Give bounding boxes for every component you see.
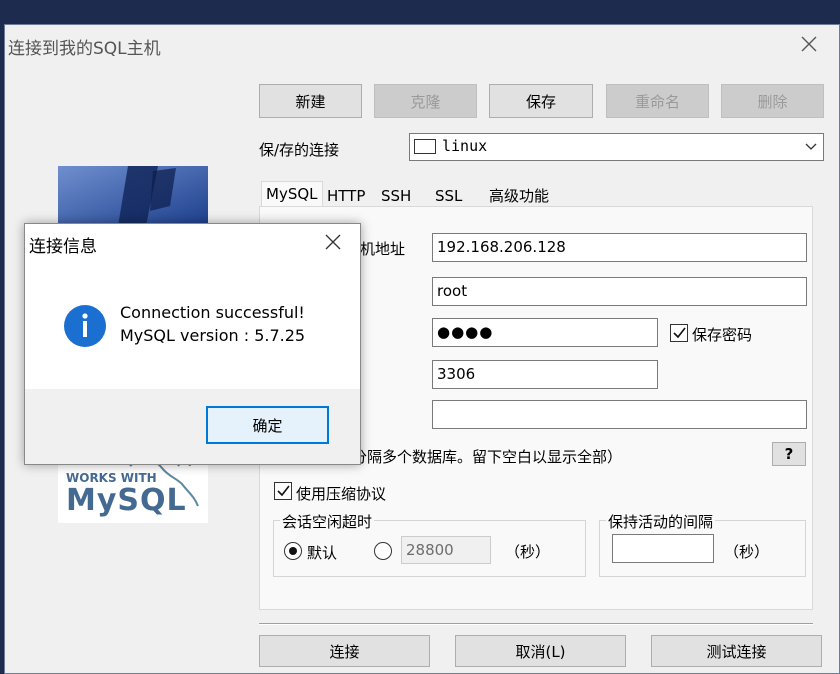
connection-color-swatch bbox=[414, 139, 436, 154]
saved-connections-value: linux bbox=[442, 137, 488, 155]
connect-button[interactable]: 连接 bbox=[259, 635, 430, 667]
host-input[interactable]: 192.168.206.128 bbox=[432, 233, 807, 262]
tab-ssh[interactable]: SSH bbox=[377, 184, 416, 208]
dialog-message-line1: Connection successful! bbox=[120, 303, 305, 322]
timeout-custom-radio[interactable] bbox=[374, 542, 392, 560]
tab-mysql[interactable]: MySQL bbox=[261, 181, 323, 208]
chevron-down-icon bbox=[805, 143, 817, 150]
dialog-message-line2: MySQL version : 5.7.25 bbox=[120, 326, 306, 345]
timeout-default-label: 默认 bbox=[307, 544, 338, 562]
port-input[interactable]: 3306 bbox=[432, 360, 658, 389]
password-input[interactable]: ●●●● bbox=[432, 318, 658, 347]
tab-ssl[interactable]: SSL bbox=[431, 184, 467, 208]
cancel-button[interactable]: 取消(L) bbox=[455, 635, 626, 667]
test-connection-button[interactable]: 测试连接 bbox=[651, 635, 822, 667]
delete-button[interactable]: 删除 bbox=[721, 84, 824, 118]
compression-checkbox[interactable] bbox=[274, 482, 292, 500]
rename-button[interactable]: 重命名 bbox=[606, 84, 709, 118]
save-button[interactable]: 保存 bbox=[489, 84, 593, 118]
tab-advanced[interactable]: 高级功能 bbox=[485, 184, 554, 208]
compression-label: 使用压缩协议 bbox=[296, 485, 387, 503]
help-button[interactable]: ? bbox=[772, 442, 806, 466]
save-password-checkbox[interactable] bbox=[670, 324, 688, 342]
window-close-icon[interactable] bbox=[795, 30, 823, 58]
host-label: 机地址 bbox=[360, 240, 406, 258]
footer-separator bbox=[259, 623, 813, 625]
saved-connections-label: 保/存的连接 bbox=[259, 141, 340, 159]
new-button[interactable]: 新建 bbox=[259, 84, 362, 118]
timeout-value-input[interactable]: 28800 bbox=[401, 536, 491, 564]
window-title: 连接到我的SQL主机 bbox=[8, 39, 161, 59]
info-icon bbox=[64, 305, 106, 347]
connection-info-dialog: 连接信息 Connection successful! MySQL versio… bbox=[24, 223, 361, 465]
dialog-title: 连接信息 bbox=[29, 237, 97, 257]
timeout-default-radio[interactable] bbox=[284, 542, 302, 560]
ok-button[interactable]: 确定 bbox=[206, 406, 329, 444]
database-hint: 分隔多个数据库。留下空白以显示全部） bbox=[352, 448, 623, 466]
logo-brand: MySQL bbox=[66, 483, 187, 518]
session-timeout-title: 会话空闲超时 bbox=[280, 511, 375, 532]
timeout-unit: （秒） bbox=[505, 543, 551, 561]
keepalive-input[interactable] bbox=[612, 534, 714, 563]
tab-http[interactable]: HTTP bbox=[323, 184, 370, 208]
saved-connections-select[interactable]: linux bbox=[409, 133, 824, 161]
clone-button[interactable]: 克隆 bbox=[374, 84, 477, 118]
username-input[interactable]: root bbox=[432, 277, 807, 306]
database-input[interactable] bbox=[432, 400, 807, 429]
dialog-close-icon[interactable] bbox=[323, 232, 349, 258]
keepalive-title: 保持活动的间隔 bbox=[606, 511, 716, 532]
radio-selected-dot bbox=[289, 547, 297, 555]
keepalive-unit: （秒） bbox=[724, 543, 770, 561]
save-password-label: 保存密码 bbox=[692, 326, 753, 344]
